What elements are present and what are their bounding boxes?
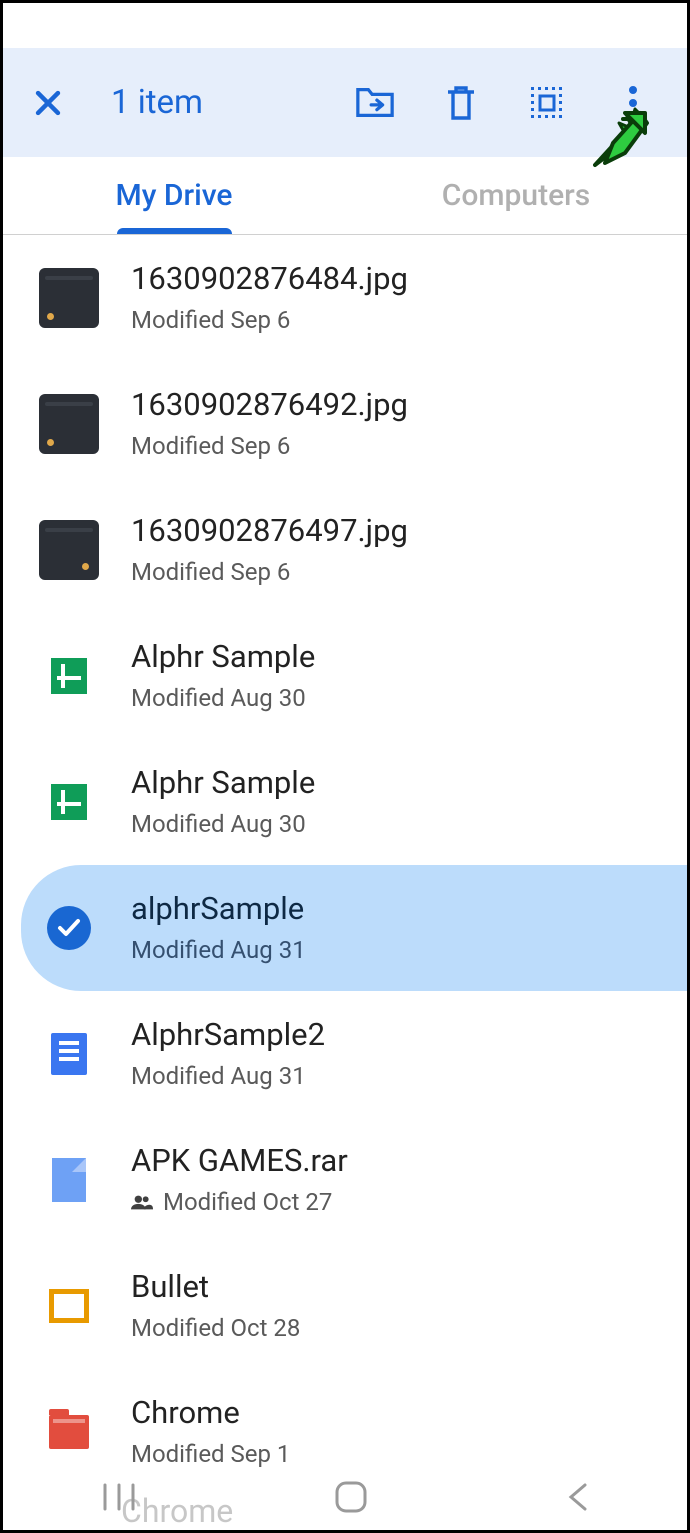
- file-modified: Modified Oct 28: [131, 1314, 687, 1342]
- file-name: Alphr Sample: [131, 766, 687, 800]
- sheets-icon: [51, 658, 87, 694]
- shared-icon: [131, 1194, 153, 1210]
- file-name: AlphrSample2: [131, 1018, 687, 1052]
- file-modified: Modified Sep 1: [131, 1440, 687, 1468]
- location-tabs: My Drive Computers: [3, 157, 687, 235]
- file-name: 1630902876497.jpg: [131, 514, 687, 548]
- selection-action-bar: 1 item: [3, 48, 687, 157]
- file-row[interactable]: 1630902876492.jpg Modified Sep 6: [3, 361, 687, 487]
- image-thumbnail: [39, 520, 99, 580]
- selection-count: 1 item: [111, 83, 355, 122]
- move-button[interactable]: [355, 83, 395, 123]
- more-options-button[interactable]: [613, 83, 653, 123]
- tab-computers[interactable]: Computers: [345, 157, 687, 234]
- file-name: 1630902876484.jpg: [131, 262, 687, 296]
- file-name: 1630902876492.jpg: [131, 388, 687, 422]
- image-thumbnail: [39, 268, 99, 328]
- checkmark-icon: [47, 906, 91, 950]
- file-name: Alphr Sample: [131, 640, 687, 674]
- close-selection-button[interactable]: [31, 86, 91, 120]
- docs-icon: [51, 1033, 87, 1075]
- file-modified: Modified Oct 27: [131, 1188, 687, 1216]
- file-list: 1630902876484.jpgModified Sep 6163090287…: [3, 235, 687, 1495]
- recents-button[interactable]: [99, 1482, 139, 1516]
- file-modified: Modified Aug 31: [131, 936, 687, 964]
- file-row[interactable]: alphrSample Modified Aug 31: [21, 865, 687, 991]
- tab-my-drive[interactable]: My Drive: [3, 157, 345, 234]
- file-modified: Modified Aug 30: [131, 684, 687, 712]
- file-modified: Modified Sep 6: [131, 306, 687, 334]
- slides-icon: [49, 1289, 89, 1323]
- video-folder-icon: [49, 1415, 89, 1449]
- file-modified: Modified Sep 6: [131, 432, 687, 460]
- file-modified: Modified Aug 30: [131, 810, 687, 838]
- delete-button[interactable]: [441, 83, 481, 123]
- image-thumbnail: [39, 394, 99, 454]
- file-icon: [52, 1158, 86, 1202]
- file-modified: Modified Sep 6: [131, 558, 687, 586]
- file-row[interactable]: Alphr Sample Modified Aug 30: [3, 739, 687, 865]
- android-nav-bar: [3, 1468, 687, 1530]
- file-row[interactable]: Bullet Modified Oct 28: [3, 1243, 687, 1369]
- file-name: alphrSample: [131, 892, 687, 926]
- home-button[interactable]: [332, 1478, 370, 1520]
- file-row[interactable]: AlphrSample2 Modified Aug 31: [3, 991, 687, 1117]
- file-row[interactable]: 1630902876484.jpg Modified Sep 6: [3, 235, 687, 361]
- file-row[interactable]: 1630902876497.jpg Modified Sep 6: [3, 487, 687, 613]
- sheets-icon: [51, 784, 87, 820]
- back-button[interactable]: [563, 1481, 591, 1517]
- file-row[interactable]: Alphr Sample Modified Aug 30: [3, 613, 687, 739]
- file-modified: Modified Aug 31: [131, 1062, 687, 1090]
- file-name: APK GAMES.rar: [131, 1144, 687, 1178]
- file-name: Bullet: [131, 1270, 687, 1304]
- select-all-button[interactable]: [527, 83, 567, 123]
- file-row[interactable]: APK GAMES.rar Modified Oct 27: [3, 1117, 687, 1243]
- file-name: Chrome: [131, 1396, 687, 1430]
